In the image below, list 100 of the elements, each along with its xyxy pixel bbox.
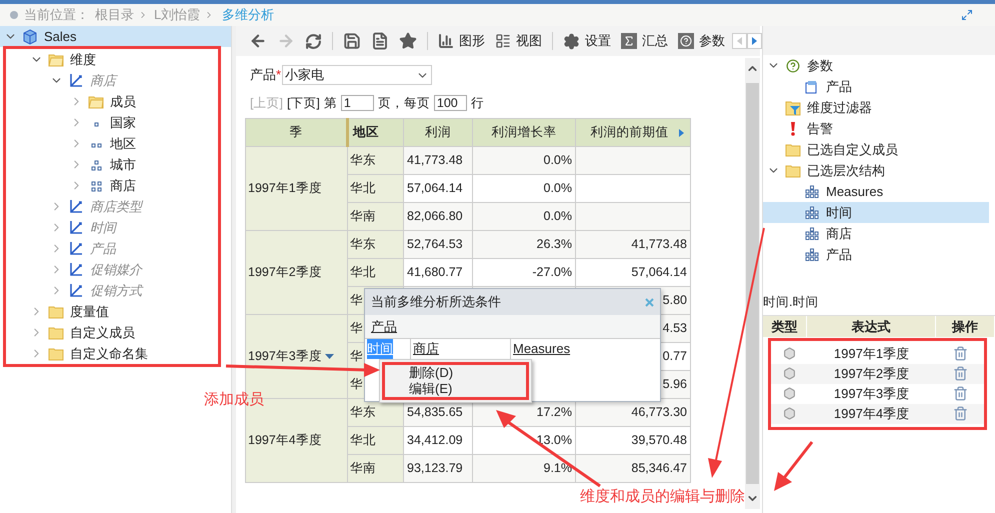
- axis-icon: [68, 199, 84, 214]
- maximize-icon[interactable]: [961, 9, 973, 21]
- column-header[interactable]: 季: [246, 118, 348, 146]
- tree-item[interactable]: 已选自定义成员: [763, 139, 989, 160]
- toolbar-button[interactable]: 图形: [433, 29, 490, 53]
- region-cell: 华北: [348, 174, 404, 202]
- tree-label: 国家: [110, 114, 136, 132]
- tree-item[interactable]: 时间: [763, 202, 989, 223]
- tree-item[interactable]: 成员: [6, 91, 218, 112]
- tree-item[interactable]: Sales: [0, 26, 231, 47]
- column-header[interactable]: 地区: [348, 118, 404, 146]
- tree-item[interactable]: 已选层次结构: [763, 160, 989, 181]
- dropdown-icon[interactable]: [324, 354, 334, 359]
- folder-icon: [785, 142, 801, 156]
- delete-icon[interactable]: [952, 346, 968, 362]
- tree-label: 告警: [807, 120, 833, 138]
- tree-item[interactable]: 产品: [763, 76, 989, 97]
- breadcrumb-label: 当前位置：: [24, 6, 89, 24]
- tree-item[interactable]: 商店类型: [6, 196, 218, 217]
- tree-item[interactable]: 度量值: [6, 301, 218, 322]
- toolbar-button[interactable]: 汇总: [616, 29, 673, 53]
- annotation-arrow: [774, 441, 814, 491]
- close-icon[interactable]: [645, 298, 654, 306]
- column-header-label: 利润的前期值: [590, 124, 668, 142]
- table-cell: 26.3%: [472, 230, 576, 258]
- folder-icon: [48, 346, 64, 360]
- forward-icon: [277, 32, 295, 50]
- tree-item[interactable]: 促销媒介: [6, 259, 218, 280]
- condition-link[interactable]: 产品: [371, 316, 397, 336]
- table-cell: 41,773.48: [404, 146, 472, 174]
- refresh-icon: [305, 32, 322, 50]
- tree-label: 时间: [90, 218, 116, 237]
- tree-item[interactable]: 商店: [6, 70, 218, 91]
- delete-icon[interactable]: [952, 406, 968, 422]
- tree-item[interactable]: 促销方式: [6, 280, 218, 301]
- region-cell: 华北: [348, 258, 404, 286]
- parameter-icon: [805, 80, 819, 94]
- table-cell: 57,064.14: [404, 174, 472, 202]
- table-cell: 52,764.53: [404, 230, 472, 258]
- tree-label: 自定义成员: [70, 324, 135, 342]
- folder-icon: [48, 304, 64, 318]
- hierarchy-icon: [805, 248, 819, 261]
- tree-item[interactable]: 产品: [763, 244, 989, 265]
- toolbar-button[interactable]: 设置: [558, 29, 616, 53]
- tree-label: 参数: [807, 56, 833, 75]
- level-icon: [90, 158, 102, 170]
- table-cell: 0.0%: [472, 202, 576, 230]
- tree-label: 产品: [826, 78, 852, 96]
- tree-item[interactable]: 维度过滤器: [763, 97, 989, 118]
- tree-label: 已选自定义成员: [807, 140, 898, 159]
- table-cell: 41,680.77: [404, 258, 472, 286]
- tree-item[interactable]: 参数: [763, 55, 989, 76]
- region-cell: 华南: [348, 202, 404, 230]
- required-mark: *: [276, 66, 282, 84]
- tree-item[interactable]: Measures: [763, 181, 989, 202]
- tree-label: 成员: [110, 92, 136, 111]
- column-header[interactable]: 利润: [404, 118, 472, 146]
- product-select[interactable]: 小家电: [282, 65, 432, 85]
- tree-item[interactable]: 自定义成员: [6, 322, 218, 343]
- hierarchy-link[interactable]: 商店: [413, 339, 439, 359]
- axis-icon: [68, 262, 84, 277]
- tree-item[interactable]: 城市: [6, 154, 218, 175]
- tree-label: 自定义命名集: [70, 344, 148, 363]
- tree-item[interactable]: 商店: [6, 175, 218, 196]
- next-page-link[interactable]: [下页]: [286, 94, 320, 112]
- expand-arrow-icon[interactable]: [678, 128, 684, 136]
- tree-item[interactable]: 地区: [6, 133, 218, 154]
- page-input[interactable]: 1: [340, 95, 374, 111]
- column-header[interactable]: 利润的前期值: [576, 118, 690, 146]
- tree-item[interactable]: 维度: [6, 49, 218, 70]
- scroll-right-button[interactable]: [747, 33, 762, 49]
- tree-item[interactable]: 时间: [6, 217, 218, 238]
- tree-item[interactable]: 商店: [763, 223, 989, 244]
- tree-label: Sales: [44, 28, 77, 46]
- help-icon: [678, 33, 694, 49]
- help-icon: [786, 58, 800, 72]
- quarter-cell: 1997年2季度: [246, 230, 348, 314]
- toolbar-button[interactable]: 视图: [490, 29, 547, 53]
- column-header: 操作: [936, 316, 995, 337]
- column-header[interactable]: 利润增长率: [472, 118, 576, 146]
- table-cell: 0.0%: [472, 174, 576, 202]
- tree-label: 时间: [826, 204, 852, 222]
- page-label: 第: [324, 94, 337, 112]
- region-cell: 华南: [348, 454, 404, 482]
- filter-label: 产品: [250, 66, 276, 84]
- tree-item[interactable]: 产品: [6, 238, 218, 259]
- tree-item[interactable]: 国家: [6, 112, 218, 133]
- tree-item[interactable]: 告警: [763, 118, 989, 139]
- toolbar-button[interactable]: 参数: [673, 29, 730, 53]
- hierarchy-icon: [805, 185, 819, 198]
- tree-item[interactable]: 自定义命名集: [6, 343, 218, 364]
- delete-icon[interactable]: [952, 366, 968, 382]
- table-cell: 93,123.79: [404, 454, 472, 482]
- axis-icon: [68, 241, 84, 256]
- scrollbar[interactable]: [745, 58, 760, 509]
- filter-icon: [785, 100, 801, 116]
- delete-icon[interactable]: [952, 386, 968, 402]
- table-cell: 34,412.09: [404, 426, 472, 454]
- hierarchy-link[interactable]: Measures: [513, 339, 570, 359]
- per-page-input[interactable]: 100: [434, 95, 467, 111]
